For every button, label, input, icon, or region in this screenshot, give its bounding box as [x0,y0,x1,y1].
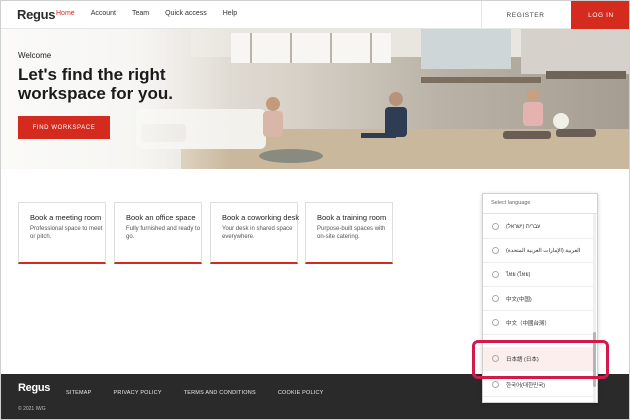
card-training-room[interactable]: Book a training room Purpose-built space… [305,202,393,264]
language-option-label: 한국어(대한민국) [506,382,546,389]
footer-links: SITEMAP PRIVACY POLICY TERMS AND CONDITI… [66,390,346,396]
footer-link-terms[interactable]: TERMS AND CONDITIONS [184,390,256,396]
language-option[interactable]: עברית (ישראל) [483,215,593,239]
card-title: Book an office space [126,213,196,222]
nav-account[interactable]: Account [91,10,116,17]
hero-banner: Welcome Let's find the right workspace f… [1,29,629,169]
radio-icon[interactable] [492,295,499,302]
language-option[interactable]: 中文(中国) [483,287,593,311]
language-option-label: עברית (ישראל) [506,223,541,230]
divider [483,213,597,214]
regus-logo[interactable]: Regus [17,7,56,22]
footer-logo[interactable]: Regus [18,382,50,394]
language-dropdown-label: Select language [491,200,531,206]
radio-icon[interactable] [492,271,499,278]
copyright-text: © 2021 IWG [18,406,46,412]
card-title: Book a training room [317,213,387,222]
radio-icon[interactable] [492,355,499,362]
page: Regus Home Account Team Quick access Hel… [0,0,630,420]
language-option-label: العربية (الإمارات العربية المتحدة) [506,247,581,254]
nav-quick-access[interactable]: Quick access [165,10,207,17]
radio-icon[interactable] [492,319,499,326]
card-description: Your desk in shared space everywhere. [222,226,293,240]
card-description: Professional space to meet or pitch. [30,226,103,240]
footer-link-sitemap[interactable]: SITEMAP [66,390,92,396]
footer-link-cookie-policy[interactable]: COOKIE POLICY [278,390,324,396]
welcome-text: Welcome [18,51,52,60]
card-coworking-desk[interactable]: Book a coworking desk Your desk in share… [210,202,300,264]
scrollbar-thumb[interactable] [593,332,596,387]
language-option[interactable]: 中文（中國台灣） [483,311,593,335]
language-dropdown[interactable]: Select language עברית (ישראל) العربية (ا… [482,193,598,403]
register-button[interactable]: REGISTER [481,1,569,29]
card-title: Book a coworking desk [222,213,300,222]
footer-link-privacy-policy[interactable]: PRIVACY POLICY [114,390,162,396]
main-nav: Home Account Team Quick access Help [56,10,253,17]
language-option[interactable]: 한국어(대한민국) [483,373,593,397]
language-option-label: 中文(中国) [506,296,532,303]
radio-icon[interactable] [492,247,499,254]
language-option[interactable]: العربية (الإمارات العربية المتحدة) [483,239,593,263]
card-description: Fully furnished and ready to go. [126,226,201,240]
card-title: Book a meeting room [30,213,102,222]
card-office-space[interactable]: Book an office space Fully furnished and… [114,202,202,264]
card-meeting-room[interactable]: Book a meeting room Professional space t… [18,202,106,264]
nav-help[interactable]: Help [223,10,237,17]
radio-icon[interactable] [492,223,499,230]
language-option-label: 中文（中國台灣） [506,320,551,327]
find-workspace-button[interactable]: FIND WORKSPACE [18,116,110,139]
nav-team[interactable]: Team [132,10,149,17]
language-option-label: ไทย (ไทย) [506,271,531,278]
hero-headline: Let's find the right workspace for you. [18,65,173,103]
top-header: Regus Home Account Team Quick access Hel… [1,1,629,29]
language-option[interactable]: ไทย (ไทย) [483,263,593,287]
card-description: Purpose-built spaces with on-site cateri… [317,226,386,240]
nav-home[interactable]: Home [56,10,75,17]
radio-icon[interactable] [492,381,499,388]
language-option-japanese[interactable]: 日本語 (日本) [483,347,593,371]
language-option-label: 日本語 (日本) [506,356,539,363]
login-button[interactable]: LOG IN [571,1,629,29]
